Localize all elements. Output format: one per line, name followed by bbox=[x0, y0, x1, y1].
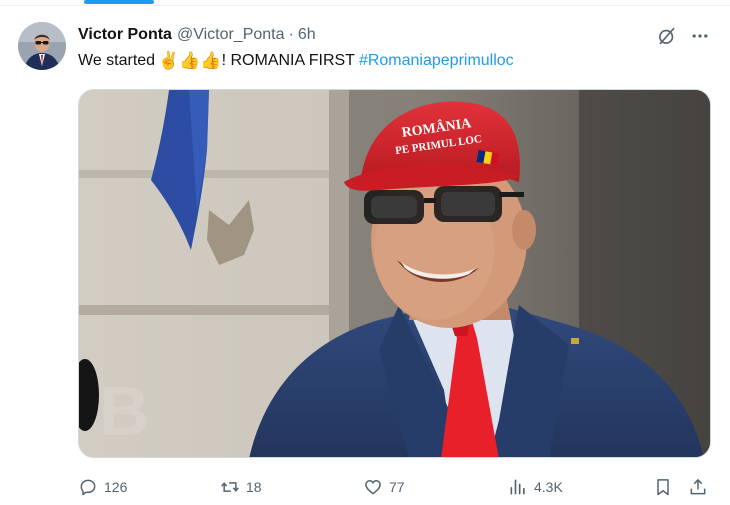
tweet-timestamp[interactable]: 6h bbox=[298, 26, 316, 44]
bookmark-button[interactable] bbox=[653, 473, 673, 501]
views-button[interactable]: 4.3K bbox=[508, 473, 563, 501]
bar-chart-icon bbox=[510, 479, 525, 495]
tab-active-indicator bbox=[84, 0, 154, 4]
separator-dot: · bbox=[288, 26, 294, 43]
tweet-photo[interactable]: B ROMÂNIA PE PRIMUL LOC bbox=[78, 89, 711, 458]
tweet-action-bar: 126 18 77 4.3K bbox=[78, 473, 718, 501]
bookmark-icon bbox=[657, 479, 669, 496]
views-count: 4.3K bbox=[534, 479, 563, 495]
tweet-header: Victor Ponta @Victor_Ponta · 6h bbox=[78, 24, 316, 46]
grok-button[interactable] bbox=[655, 24, 679, 48]
reply-button[interactable]: 126 bbox=[78, 473, 127, 501]
avatar-image bbox=[18, 22, 66, 70]
speech-bubble-icon bbox=[80, 479, 96, 496]
repost-button[interactable]: 18 bbox=[220, 473, 262, 501]
share-button[interactable] bbox=[688, 473, 708, 501]
repost-count: 18 bbox=[246, 479, 262, 495]
heart-icon bbox=[365, 480, 381, 495]
author-name[interactable]: Victor Ponta bbox=[78, 26, 172, 44]
more-dots-icon bbox=[692, 34, 708, 38]
tweet-text-main: ! ROMANIA FIRST bbox=[221, 52, 355, 69]
grok-icon bbox=[659, 27, 675, 45]
tweet-text: We started ✌️👍👍 ! ROMANIA FIRST #Romania… bbox=[78, 50, 514, 72]
photo-man-red-cap: B ROMÂNIA PE PRIMUL LOC bbox=[79, 90, 710, 457]
hashtag-link[interactable]: #Romaniapeprimulloc bbox=[359, 52, 514, 70]
share-icon bbox=[690, 478, 706, 495]
tweet-emojis: ✌️👍👍 bbox=[158, 51, 222, 70]
like-count: 77 bbox=[389, 479, 405, 495]
repost-arrows-icon bbox=[221, 482, 239, 492]
avatar[interactable] bbox=[18, 22, 66, 70]
wall-letter: B bbox=[99, 372, 150, 450]
more-button[interactable] bbox=[688, 24, 712, 48]
tweet-text-prefix: We started bbox=[78, 52, 156, 69]
author-handle[interactable]: @Victor_Ponta bbox=[177, 26, 285, 44]
like-button[interactable]: 77 bbox=[363, 473, 405, 501]
reply-count: 126 bbox=[104, 479, 128, 495]
